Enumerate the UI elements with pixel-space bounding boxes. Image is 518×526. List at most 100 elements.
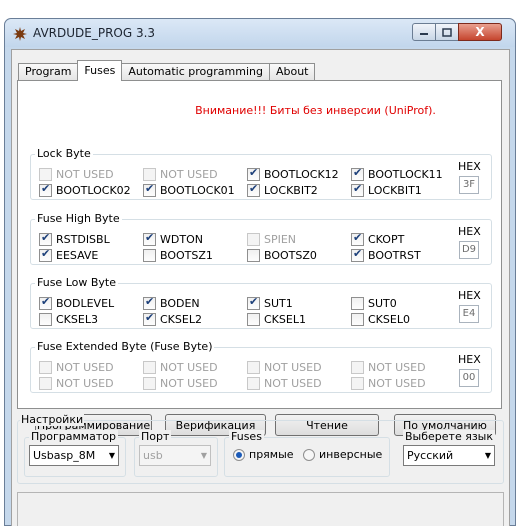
fuse-bit-label: SPIEN (264, 233, 297, 246)
fuse-checkbox: SPIEN (247, 233, 296, 246)
fuse-checkbox[interactable]: BODLEVEL (39, 295, 115, 310)
settings-group: Настройки Программатор Usbasp_8M ▼ Порт … (17, 413, 504, 484)
checkbox-empty-icon (351, 361, 364, 374)
fuse-bit-label: NOT USED (56, 377, 114, 390)
checkbox-empty-icon (39, 168, 52, 181)
checkbox-empty-icon (143, 168, 156, 181)
fuse-bit-label: BOOTLOCK11 (368, 168, 443, 181)
fuse-bit-label: CKSEL1 (264, 313, 306, 326)
radio-inverse[interactable]: инверсные (303, 448, 382, 461)
fuse-bit-label: NOT USED (160, 361, 218, 374)
fuse-bit-label: WDTON (160, 233, 203, 246)
window-title: AVRDUDE_PROG 3.3 (33, 26, 156, 40)
fuse-bit-label: NOT USED (368, 377, 426, 390)
fuses-mode-label: Fuses (229, 430, 264, 443)
fuse-checkbox[interactable]: BOOTSZ1 (143, 249, 213, 262)
fuse-bit-label: CKSEL3 (56, 313, 98, 326)
minimize-button[interactable] (412, 23, 436, 41)
port-select[interactable]: usb ▼ (139, 445, 211, 466)
fuse-bit-label: LOCKBIT1 (368, 184, 422, 197)
minimize-icon (420, 33, 428, 35)
group-title: Fuse High Byte (35, 212, 122, 225)
inversion-warning: Внимание!!! Биты без инверсии (UniProf). (195, 104, 436, 117)
fuse-checkbox[interactable]: EESAVE (39, 247, 98, 262)
checkbox-empty-icon (247, 249, 260, 262)
fuse-bit-label: BOOTLOCK02 (56, 184, 131, 197)
language-box: Выберете язык Русский ▼ (398, 430, 498, 477)
language-select[interactable]: Русский ▼ (403, 445, 495, 466)
checkbox-checked-icon (39, 182, 52, 197)
fuse-bit-label: BOOTSZ1 (160, 249, 213, 262)
fuse-checkbox[interactable]: WDTON (143, 231, 203, 246)
tab-about[interactable]: About (268, 63, 316, 81)
fuse-checkbox[interactable]: CKOPT (351, 231, 404, 246)
fuse-checkbox[interactable]: BOOTLOCK01 (143, 182, 235, 197)
fuse-bit-label: BOOTLOCK12 (264, 168, 339, 181)
hex-value-field[interactable]: E4 (459, 305, 479, 323)
checkbox-checked-icon (351, 166, 364, 181)
fuse-checkbox[interactable]: CKSEL3 (39, 313, 98, 326)
fuse-checkbox[interactable]: BOOTRST (351, 247, 421, 262)
chevron-down-icon: ▼ (200, 451, 207, 460)
title-bar[interactable]: AVRDUDE_PROG 3.3 X (5, 19, 515, 47)
hex-value-field[interactable]: 00 (459, 369, 479, 387)
fuse-checkbox[interactable]: CKSEL0 (351, 313, 410, 326)
fuse-checkbox[interactable]: SUT0 (351, 297, 397, 310)
radio-direct[interactable]: прямые (233, 448, 294, 461)
hex-value-field[interactable]: D9 (459, 241, 479, 259)
hex-label: HEX (458, 225, 481, 238)
fuse-checkbox: NOT USED (247, 361, 322, 374)
fuse-checkbox[interactable]: BODEN (143, 295, 200, 310)
fuse-bit-label: BOOTSZ0 (264, 249, 317, 262)
fuse-checkbox[interactable]: BOOTLOCK12 (247, 166, 339, 181)
fuse-bit-label: NOT USED (56, 361, 114, 374)
settings-title: Настройки (20, 413, 85, 426)
group-title: Lock Byte (35, 147, 93, 160)
fuses-mode-box: Fuses прямые инверсные (224, 430, 390, 477)
maximize-icon (442, 27, 452, 37)
language-value: Русский (407, 449, 454, 462)
hex-value-field[interactable]: 3F (459, 176, 479, 194)
checkbox-checked-icon (247, 182, 260, 197)
hex-label: HEX (458, 160, 481, 173)
checkbox-empty-icon (351, 313, 364, 326)
client-area: Program Fuses Automatic programming Abou… (11, 49, 510, 526)
close-button[interactable]: X (458, 23, 502, 41)
fuse-group: Fuse Low Byte BODLEVEL BODEN SUT1 SUT0 CKSEL3… (30, 276, 492, 329)
chevron-down-icon: ▼ (484, 451, 491, 460)
checkbox-checked-icon (351, 231, 364, 246)
checkbox-empty-icon (247, 377, 260, 390)
tab-automatic-programming[interactable]: Automatic programming (121, 63, 270, 81)
programmer-select[interactable]: Usbasp_8M ▼ (29, 445, 119, 466)
fuse-checkbox[interactable]: BOOTLOCK11 (351, 166, 443, 181)
fuse-checkbox[interactable]: CKSEL1 (247, 313, 306, 326)
port-box: Порт usb ▼ (134, 430, 218, 477)
checkbox-checked-icon (351, 182, 364, 197)
checkbox-checked-icon (143, 231, 156, 246)
fuse-bit-label: SUT0 (368, 297, 397, 310)
fuse-bit-label: NOT USED (160, 377, 218, 390)
checkbox-empty-icon (247, 361, 260, 374)
fuse-checkbox: NOT USED (351, 361, 426, 374)
fuse-group: Fuse High Byte RSTDISBL WDTON SPIEN CKOPT EES… (30, 212, 492, 265)
tab-program[interactable]: Program (18, 63, 79, 81)
radio-direct-label: прямые (249, 448, 294, 461)
fuse-checkbox[interactable]: LOCKBIT2 (247, 182, 318, 197)
fuse-checkbox[interactable]: BOOTLOCK02 (39, 182, 131, 197)
fuse-checkbox[interactable]: RSTDISBL (39, 231, 110, 246)
tab-fuses[interactable]: Fuses (77, 60, 123, 81)
fuse-bit-label: BODLEVEL (56, 297, 115, 310)
fuse-checkbox[interactable]: BOOTSZ0 (247, 249, 317, 262)
fuse-bit-label: NOT USED (264, 361, 322, 374)
group-title: Fuse Extended Byte (Fuse Byte) (35, 340, 215, 353)
fuse-checkbox[interactable]: LOCKBIT1 (351, 182, 422, 197)
maximize-button[interactable] (435, 23, 459, 41)
fuse-checkbox[interactable]: CKSEL2 (143, 311, 202, 326)
fuse-checkbox: NOT USED (143, 168, 218, 181)
checkbox-checked-icon (143, 295, 156, 310)
fuse-checkbox[interactable]: SUT1 (247, 295, 293, 310)
fuse-checkbox: NOT USED (143, 361, 218, 374)
fuse-bit-label: CKSEL0 (368, 313, 410, 326)
checkbox-empty-icon (39, 313, 52, 326)
fuse-group: Fuse Extended Byte (Fuse Byte) NOT USED NO… (30, 340, 492, 393)
